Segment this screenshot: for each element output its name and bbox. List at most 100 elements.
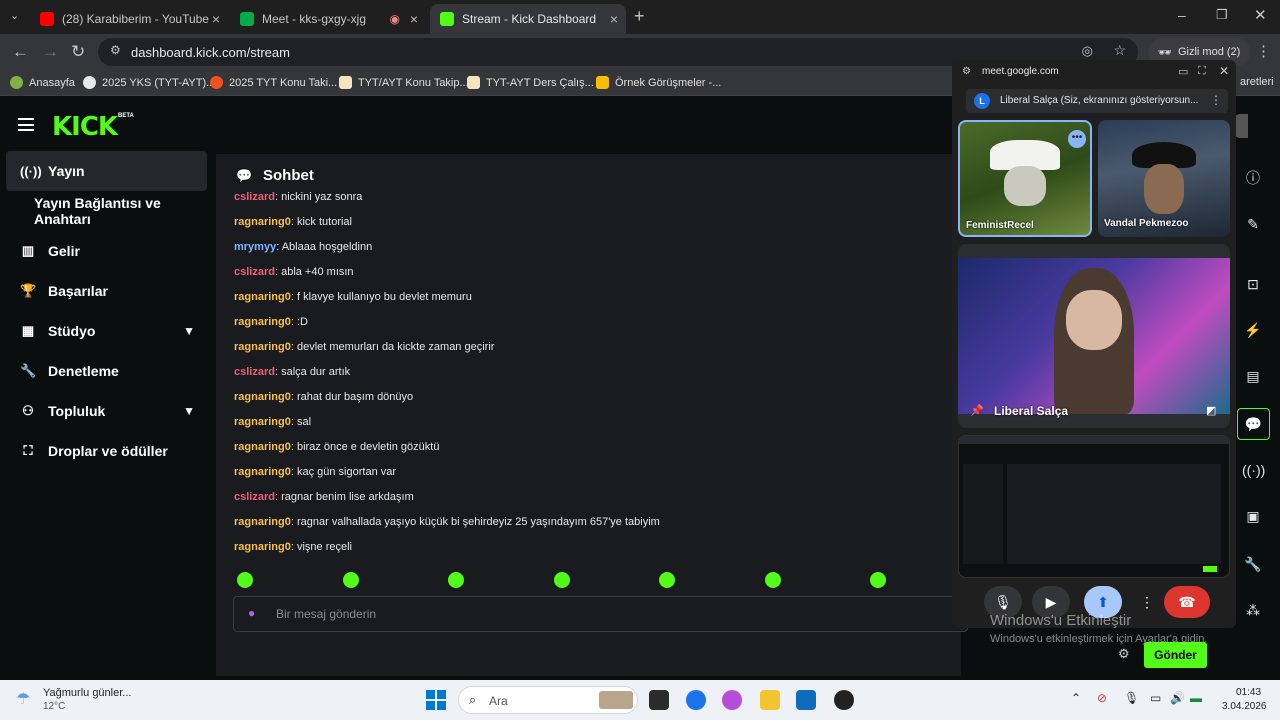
eye-off-icon[interactable]: ◎ — [1082, 43, 1093, 59]
tab-search-icon[interactable]: ⌄ — [10, 9, 19, 22]
sidebar-item-denetleme[interactable]: 🔧 Denetleme — [6, 351, 207, 391]
bookmark-item[interactable]: Örnek Görüşmeler -... — [596, 76, 721, 89]
bookmark-item[interactable]: 2025 YKS (TYT-AYT)... — [83, 76, 215, 89]
send-button[interactable]: Gönder — [1144, 642, 1207, 668]
start-button[interactable] — [426, 690, 446, 710]
chat-input[interactable]: ● Bir mesaj gönderin — [233, 596, 968, 632]
wrench-icon[interactable]: 🔧 — [1242, 556, 1264, 573]
minimize-self-icon[interactable]: ◩ — [1206, 404, 1216, 417]
emote-icon[interactable] — [765, 572, 781, 588]
expand-icon[interactable]: ⛶ — [1198, 65, 1206, 78]
chat-username[interactable]: ragnaring0 — [234, 291, 291, 303]
emote-icon[interactable] — [554, 572, 570, 588]
info-icon[interactable]: ⓘ — [1242, 168, 1264, 188]
tab-youtube[interactable]: (28) Karabiberim - YouTube × — [30, 4, 228, 34]
chrome-icon[interactable] — [686, 690, 706, 710]
sidebar-item-yayin[interactable]: ((·)) Yayın — [6, 151, 207, 191]
layout-icon[interactable]: ▣ — [1242, 508, 1264, 525]
broadcast-icon[interactable]: ((·)) — [1242, 462, 1265, 478]
sidebar-item-gelir[interactable]: ▥ Gelir — [6, 231, 207, 271]
bookmark-item[interactable]: TYT/AYT Konu Takip... — [339, 76, 469, 89]
share-icon[interactable]: ⁂ — [1242, 602, 1264, 619]
chat-rail-icon[interactable]: 💬 — [1237, 408, 1270, 440]
chat-username[interactable]: ragnaring0 — [234, 316, 291, 328]
new-tab-button[interactable]: + — [634, 6, 645, 27]
star-icon[interactable]: ☆ — [1113, 42, 1126, 59]
leave-call-button[interactable]: ☎ — [1164, 586, 1210, 618]
sidebar-item-topluluk[interactable]: ⚇ Topluluk ▼ — [6, 391, 207, 431]
chat-username[interactable]: cslizard — [234, 491, 275, 503]
chat-username[interactable]: ragnaring0 — [234, 341, 291, 353]
maximize-button[interactable]: ❐ — [1216, 7, 1228, 23]
security-icon[interactable]: ⊘ — [1097, 691, 1107, 705]
more-vert-icon[interactable]: ⋮ — [1210, 93, 1222, 107]
close-icon[interactable]: × — [212, 11, 220, 27]
camera-icon[interactable]: ▭ — [1178, 65, 1188, 78]
bookmark-item[interactable]: 2025 TYT Konu Taki... — [210, 76, 337, 89]
chat-username[interactable]: ragnaring0 — [234, 391, 291, 403]
chat-username[interactable]: ragnaring0 — [234, 516, 291, 528]
chat-username[interactable]: ragnaring0 — [234, 416, 291, 428]
bookmark-item[interactable]: TYT-AYT Ders Çalış... — [467, 76, 594, 89]
close-icon[interactable]: ✕ — [1219, 64, 1229, 78]
emote-icon[interactable] — [448, 572, 464, 588]
store-icon[interactable] — [796, 690, 816, 710]
kick-logo[interactable]: KICK — [52, 112, 118, 142]
close-icon[interactable]: × — [610, 11, 618, 27]
battery-icon[interactable]: ▬ — [1190, 691, 1202, 705]
participant-tile[interactable]: Vandal Pekmezoo — [1098, 120, 1230, 237]
bolt-icon[interactable]: ⚡ — [1242, 322, 1264, 339]
taskbar-search[interactable]: ⌕ Ara — [458, 686, 638, 714]
network-icon[interactable]: ▭ — [1150, 691, 1161, 705]
back-icon[interactable]: ← — [12, 42, 29, 62]
site-settings-icon[interactable]: ⚙ — [962, 66, 971, 77]
settings-gear-icon[interactable]: ⚙ — [1118, 646, 1130, 662]
edit-icon[interactable]: ✎ — [1242, 216, 1264, 233]
copilot-icon[interactable] — [722, 690, 742, 710]
emote-icon[interactable] — [237, 572, 253, 588]
minimize-button[interactable]: – — [1178, 7, 1186, 23]
app-icon[interactable] — [834, 690, 854, 710]
more-vert-icon[interactable]: ⋮ — [1140, 594, 1154, 611]
chat-username[interactable]: ragnaring0 — [234, 541, 291, 553]
pin-icon[interactable]: 📌 — [970, 404, 984, 417]
microphone-icon[interactable]: ● — [248, 606, 255, 620]
chat-username[interactable]: mrymyy — [234, 241, 276, 253]
sidebar-item-stream-key[interactable]: Yayın Bağlantısı ve Anahtarı — [6, 191, 207, 231]
target-icon[interactable]: ⊡ — [1242, 276, 1264, 293]
microphone-icon[interactable]: 🎙 — [1124, 691, 1139, 705]
tab-meet[interactable]: Meet - kks-gxgy-xjg ◉ × — [230, 4, 426, 34]
forward-icon[interactable]: → — [42, 42, 59, 62]
tab-kick-dashboard[interactable]: Stream - Kick Dashboard × — [430, 4, 626, 34]
emote-icon[interactable] — [659, 572, 675, 588]
task-view-icon[interactable] — [649, 690, 669, 710]
chat-username[interactable]: cslizard — [234, 191, 275, 203]
emote-icon[interactable] — [343, 572, 359, 588]
weather-text[interactable]: Yağmurlu günler... — [43, 687, 131, 699]
presenting-banner[interactable]: L Liberal Salça (Siz, ekranınızı gösteri… — [966, 89, 1228, 113]
chat-username[interactable]: cslizard — [234, 366, 275, 378]
chat-username[interactable]: ragnaring0 — [234, 466, 291, 478]
hamburger-menu-icon[interactable] — [18, 118, 34, 131]
sidebar-item-droplar[interactable]: ⛶ Droplar ve ödüller — [6, 431, 207, 471]
menu-dots-icon[interactable]: ⋮ — [1256, 42, 1271, 60]
bookmarks-overflow[interactable]: aretleri — [1240, 76, 1274, 88]
url-text[interactable]: dashboard.kick.com/stream — [131, 45, 290, 60]
chevron-up-icon[interactable]: ⌃ — [1071, 691, 1081, 705]
file-explorer-icon[interactable] — [760, 690, 780, 710]
notes-icon[interactable]: ▤ — [1242, 368, 1264, 385]
clock-time[interactable]: 01:43 — [1236, 687, 1261, 698]
clock-date[interactable]: 3.04.2026 — [1222, 701, 1267, 712]
sidebar-item-studyo[interactable]: ▦ Stüdyo ▼ — [6, 311, 207, 351]
close-icon[interactable]: × — [410, 11, 418, 27]
bookmark-item[interactable]: Anasayfa — [10, 76, 75, 89]
chat-username[interactable]: ragnaring0 — [234, 216, 291, 228]
chat-username[interactable]: cslizard — [234, 266, 275, 278]
close-window-button[interactable]: ✕ — [1254, 6, 1267, 24]
volume-icon[interactable]: 🔊 — [1170, 691, 1185, 705]
emote-icon[interactable] — [870, 572, 886, 588]
sidebar-item-basarilar[interactable]: 🏆 Başarılar — [6, 271, 207, 311]
site-info-icon[interactable]: ⚙ — [110, 43, 121, 57]
participant-tile[interactable]: 📌 Liberal Salça ◩ — [958, 244, 1230, 428]
more-options-icon[interactable]: ••• — [1068, 130, 1086, 148]
